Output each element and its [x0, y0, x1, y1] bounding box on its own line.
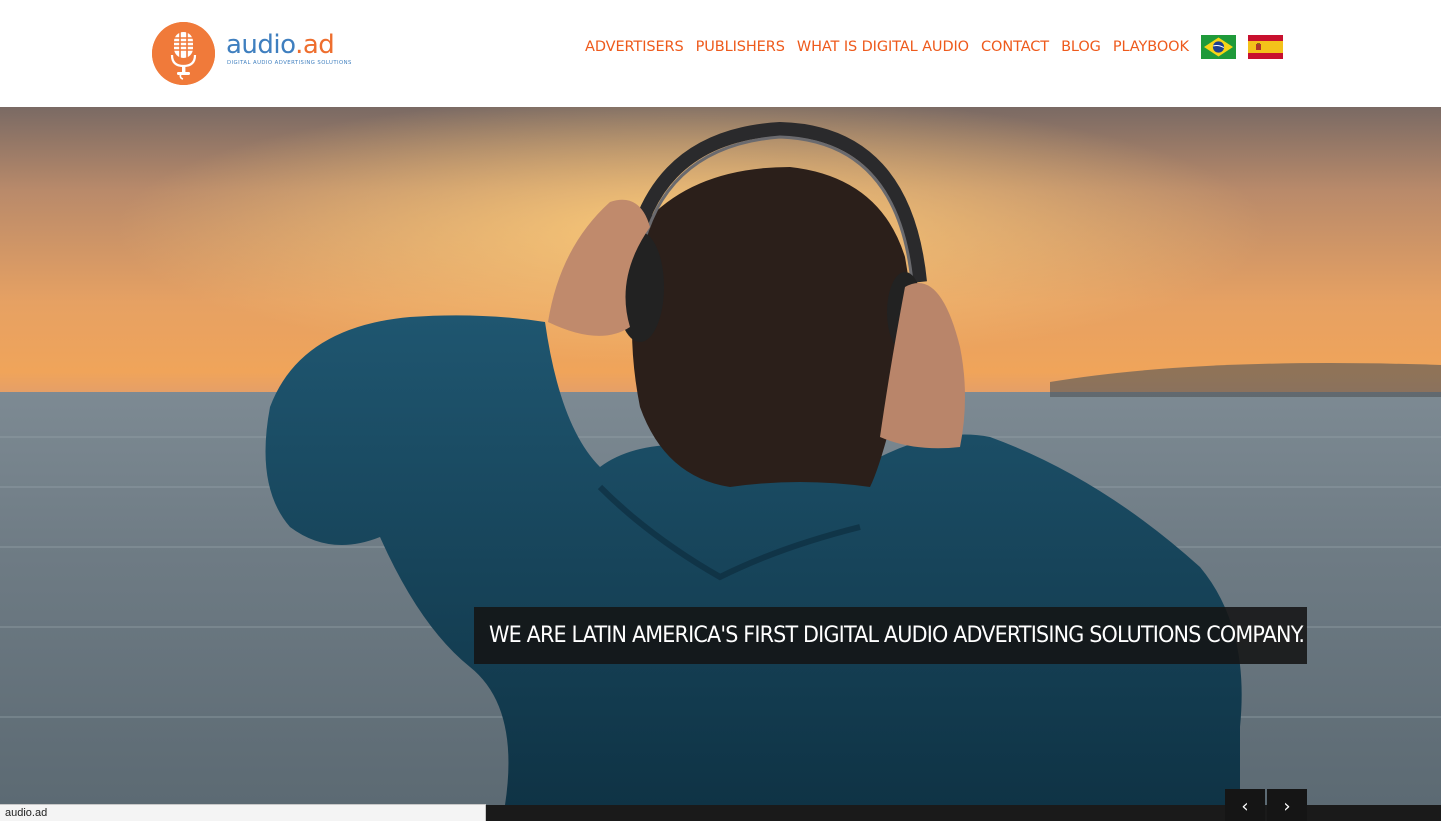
microphone-icon [152, 22, 215, 85]
nav-playbook[interactable]: PLAYBOOK [1113, 36, 1189, 58]
hero-slider: WE ARE LATIN AMERICA'S FIRST DIGITAL AUD… [0, 107, 1441, 805]
slider-prev-button[interactable]: ‹ [1225, 789, 1265, 821]
slider-next-button[interactable]: › [1267, 789, 1307, 821]
logo-word-ad: .ad [295, 30, 335, 60]
logo-tagline: DIGITAL AUDIO ADVERTISING SOLUTIONS [227, 60, 352, 66]
site-header: audio.ad DIGITAL AUDIO ADVERTISING SOLUT… [0, 0, 1441, 107]
logo-wordmark: audio.ad [226, 30, 335, 60]
hero-image [0, 107, 1441, 805]
hero-caption: WE ARE LATIN AMERICA'S FIRST DIGITAL AUD… [474, 607, 1307, 664]
hero-caption-text: WE ARE LATIN AMERICA'S FIRST DIGITAL AUD… [489, 622, 1305, 648]
logo-link[interactable]: audio.ad DIGITAL AUDIO ADVERTISING SOLUT… [152, 22, 362, 86]
chevron-right-icon: › [1283, 796, 1291, 817]
logo-word-audio: audio [226, 30, 296, 60]
browser-status-bar: audio.ad [0, 804, 486, 821]
nav-blog[interactable]: BLOG [1061, 36, 1101, 58]
nav-contact[interactable]: CONTACT [981, 36, 1049, 58]
brazil-flag-icon[interactable] [1200, 35, 1236, 59]
chevron-left-icon: ‹ [1241, 796, 1249, 817]
nav-what-is-digital-audio[interactable]: WHAT IS DIGITAL AUDIO [797, 36, 969, 58]
nav-publishers[interactable]: PUBLISHERS [696, 36, 785, 58]
main-nav: ADVERTISERS PUBLISHERS WHAT IS DIGITAL A… [585, 35, 1295, 59]
nav-advertisers[interactable]: ADVERTISERS [585, 36, 684, 58]
spain-flag-icon[interactable] [1247, 35, 1283, 59]
